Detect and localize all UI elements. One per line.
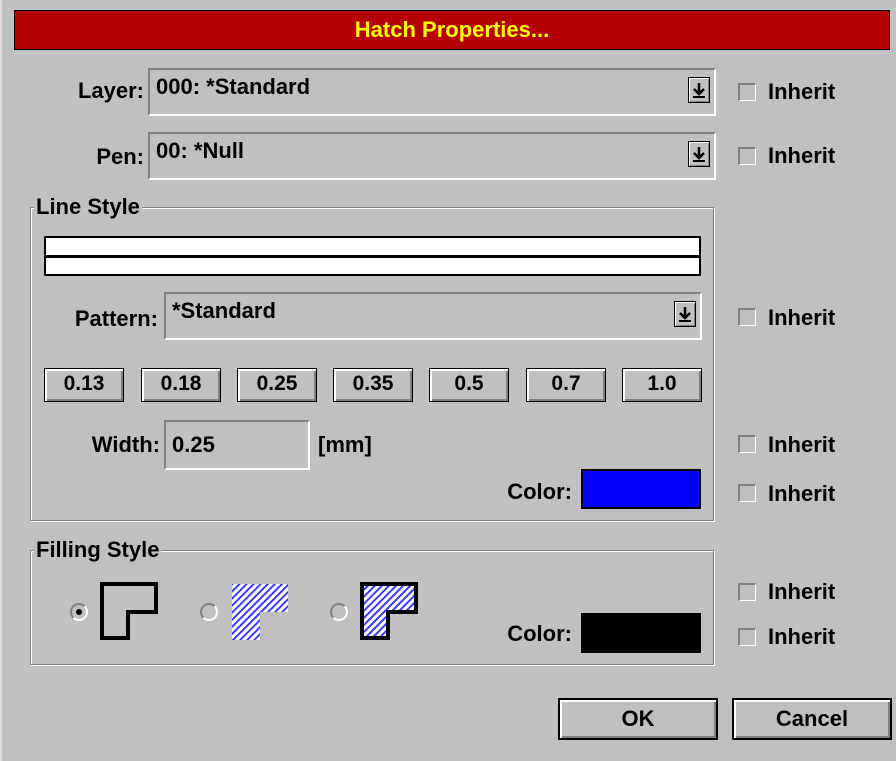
width-inherit-label: Inherit: [768, 432, 836, 457]
fill-inherit-label: Inherit: [768, 579, 836, 604]
dropdown-arrow-icon[interactable]: [674, 301, 696, 327]
pen-inherit-label: Inherit: [768, 143, 836, 168]
filling-style-title: Filling Style: [34, 537, 162, 563]
width-label: Width:: [91, 432, 160, 457]
width-button-0-5[interactable]: 0.5: [429, 368, 509, 402]
pattern-value: *Standard: [172, 298, 276, 323]
layer-inherit-checkbox[interactable]: [738, 83, 756, 101]
line-color-inherit-label: Inherit: [768, 481, 836, 506]
hatch-only-icon: [232, 584, 288, 640]
layer-select[interactable]: 000: *Standard: [148, 68, 716, 116]
layer-inherit-label: Inherit: [768, 79, 836, 104]
width-button-1-0[interactable]: 1.0: [622, 368, 702, 402]
hatch-properties-dialog: Hatch Properties... Layer: 000: *Standar…: [0, 0, 896, 761]
fill-color-inherit-label: Inherit: [768, 624, 836, 649]
width-button-0-35[interactable]: 0.35: [333, 368, 413, 402]
dropdown-arrow-icon[interactable]: [688, 77, 710, 103]
ok-button[interactable]: OK: [558, 698, 718, 740]
pen-select[interactable]: 00: *Null: [148, 132, 716, 180]
fill-option-hatch-radio[interactable]: [200, 603, 218, 621]
line-style-title: Line Style: [34, 194, 142, 220]
width-button-0-7[interactable]: 0.7: [526, 368, 606, 402]
line-color-swatch[interactable]: [581, 469, 701, 509]
width-button-0-13[interactable]: 0.13: [44, 368, 124, 402]
width-inherit-checkbox[interactable]: [738, 435, 756, 453]
dialog-title: Hatch Properties...: [14, 10, 890, 50]
width-unit: [mm]: [318, 432, 372, 457]
pattern-select[interactable]: *Standard: [164, 292, 702, 340]
radio-selected-dot: [76, 609, 82, 615]
line-style-preview: [44, 236, 701, 276]
fill-option-both-radio[interactable]: [330, 603, 348, 621]
line-color-inherit-checkbox[interactable]: [738, 484, 756, 502]
fill-color-swatch[interactable]: [581, 613, 701, 653]
fill-option-outline-radio[interactable]: [70, 603, 88, 621]
outline-only-icon: [100, 582, 158, 640]
layer-value: 000: *Standard: [156, 74, 311, 99]
layer-label: Layer:: [77, 78, 144, 103]
width-button-0-18[interactable]: 0.18: [141, 368, 221, 402]
line-color-label: Color:: [507, 479, 572, 504]
pattern-label: Pattern:: [74, 306, 158, 331]
pen-inherit-checkbox[interactable]: [738, 147, 756, 165]
width-value: 0.25: [172, 432, 215, 457]
width-input[interactable]: 0.25: [164, 420, 310, 470]
fill-color-inherit-checkbox[interactable]: [738, 628, 756, 646]
pattern-inherit-checkbox[interactable]: [738, 308, 756, 326]
width-button-0-25[interactable]: 0.25: [237, 368, 317, 402]
dropdown-arrow-icon[interactable]: [688, 141, 710, 167]
outline-hatch-icon: [360, 582, 418, 640]
cancel-button[interactable]: Cancel: [732, 698, 892, 740]
fill-inherit-checkbox[interactable]: [738, 583, 756, 601]
pen-value: 00: *Null: [156, 138, 245, 163]
fill-color-label: Color:: [507, 621, 572, 646]
pattern-inherit-label: Inherit: [768, 305, 836, 330]
pen-label: Pen:: [96, 144, 144, 169]
preview-line: [46, 255, 699, 258]
